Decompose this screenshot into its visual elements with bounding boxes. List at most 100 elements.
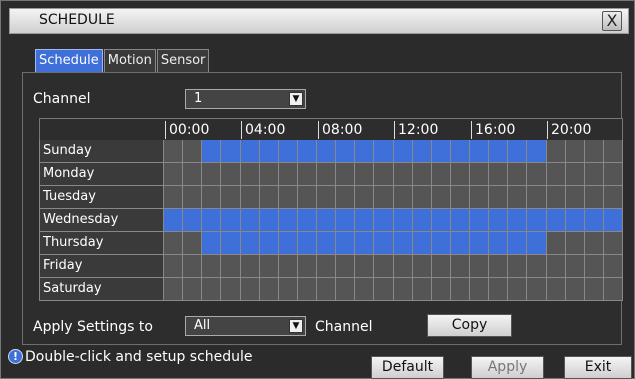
hour-cell[interactable] [374, 140, 394, 162]
hour-cell[interactable] [221, 140, 241, 162]
hour-cell[interactable] [546, 232, 566, 254]
hour-cell[interactable] [355, 278, 375, 300]
hour-cell[interactable] [336, 186, 356, 208]
hour-cell[interactable] [202, 140, 222, 162]
hour-cell[interactable] [584, 278, 604, 300]
hour-cell[interactable] [221, 186, 241, 208]
hour-cell[interactable] [450, 255, 470, 277]
hour-cell[interactable] [355, 209, 375, 231]
hour-cell[interactable] [584, 232, 604, 254]
hour-cell[interactable] [470, 232, 490, 254]
hour-cell[interactable] [374, 163, 394, 185]
hour-cell[interactable] [221, 255, 241, 277]
hour-cell[interactable] [278, 255, 298, 277]
hour-cell[interactable] [412, 278, 432, 300]
hour-cell[interactable] [240, 255, 260, 277]
hour-cell[interactable] [164, 278, 184, 300]
hour-cell[interactable] [164, 186, 184, 208]
hour-cell[interactable] [393, 278, 413, 300]
hour-cell[interactable] [183, 255, 203, 277]
hour-cell[interactable] [565, 209, 585, 231]
hour-cell[interactable] [259, 163, 279, 185]
hour-cell[interactable] [240, 278, 260, 300]
hour-cell[interactable] [317, 163, 337, 185]
hour-cell[interactable] [470, 186, 490, 208]
hour-cell[interactable] [336, 209, 356, 231]
hour-cell[interactable] [584, 140, 604, 162]
hour-cell[interactable] [259, 278, 279, 300]
hour-cell[interactable] [603, 255, 623, 277]
hour-cell[interactable] [489, 255, 509, 277]
hour-cell[interactable] [240, 232, 260, 254]
hour-cell[interactable] [374, 278, 394, 300]
hour-cell[interactable] [450, 163, 470, 185]
hour-cell[interactable] [546, 255, 566, 277]
hour-cell[interactable] [259, 140, 279, 162]
hour-cell[interactable] [470, 163, 490, 185]
hour-cell[interactable] [508, 186, 528, 208]
hour-cell[interactable] [603, 140, 623, 162]
hour-cell[interactable] [259, 186, 279, 208]
hour-cell[interactable] [393, 163, 413, 185]
hour-cell[interactable] [412, 209, 432, 231]
hour-cell[interactable] [508, 232, 528, 254]
hour-cell[interactable] [527, 232, 547, 254]
hour-cell[interactable] [336, 232, 356, 254]
hour-cell[interactable] [412, 140, 432, 162]
hour-cell[interactable] [450, 278, 470, 300]
hour-cell[interactable] [546, 140, 566, 162]
hour-cell[interactable] [355, 186, 375, 208]
hour-cell[interactable] [393, 209, 413, 231]
hour-cell[interactable] [317, 232, 337, 254]
hour-cell[interactable] [527, 278, 547, 300]
hour-cell[interactable] [221, 232, 241, 254]
hour-cell[interactable] [164, 255, 184, 277]
hour-cell[interactable] [336, 278, 356, 300]
hour-cell[interactable] [202, 209, 222, 231]
hour-cell[interactable] [603, 186, 623, 208]
hour-cell[interactable] [565, 255, 585, 277]
hour-cell[interactable] [584, 255, 604, 277]
hour-cell[interactable] [297, 255, 317, 277]
hour-cell[interactable] [183, 232, 203, 254]
hour-cell[interactable] [183, 278, 203, 300]
tab-motion[interactable]: Motion [103, 49, 156, 72]
hour-cell[interactable] [297, 163, 317, 185]
close-button[interactable]: X [602, 11, 622, 31]
hour-cell[interactable] [164, 209, 184, 231]
hour-cell[interactable] [393, 255, 413, 277]
hour-cell[interactable] [489, 140, 509, 162]
hour-cell[interactable] [527, 163, 547, 185]
hour-cell[interactable] [489, 186, 509, 208]
copy-button[interactable]: Copy [427, 314, 512, 337]
hour-cell[interactable] [431, 209, 451, 231]
hour-cell[interactable] [393, 186, 413, 208]
hour-cell[interactable] [164, 140, 184, 162]
hour-cell[interactable] [546, 209, 566, 231]
hour-cell[interactable] [202, 255, 222, 277]
hour-cell[interactable] [450, 140, 470, 162]
hour-cell[interactable] [183, 140, 203, 162]
hour-cell[interactable] [317, 255, 337, 277]
hour-cell[interactable] [317, 209, 337, 231]
hour-cell[interactable] [297, 232, 317, 254]
hour-cell[interactable] [202, 232, 222, 254]
exit-button[interactable]: Exit [564, 356, 632, 379]
hour-cell[interactable] [164, 232, 184, 254]
hour-cell[interactable] [259, 255, 279, 277]
hour-cell[interactable] [450, 232, 470, 254]
hour-cell[interactable] [470, 278, 490, 300]
hour-cell[interactable] [202, 163, 222, 185]
hour-cell[interactable] [355, 140, 375, 162]
hour-cell[interactable] [450, 186, 470, 208]
hour-cell[interactable] [278, 278, 298, 300]
hour-cell[interactable] [527, 140, 547, 162]
hour-cell[interactable] [508, 163, 528, 185]
hour-cell[interactable] [183, 186, 203, 208]
hour-cell[interactable] [355, 163, 375, 185]
hour-cell[interactable] [431, 140, 451, 162]
hour-cell[interactable] [374, 209, 394, 231]
hour-cell[interactable] [202, 278, 222, 300]
hour-cell[interactable] [565, 278, 585, 300]
hour-cell[interactable] [412, 163, 432, 185]
